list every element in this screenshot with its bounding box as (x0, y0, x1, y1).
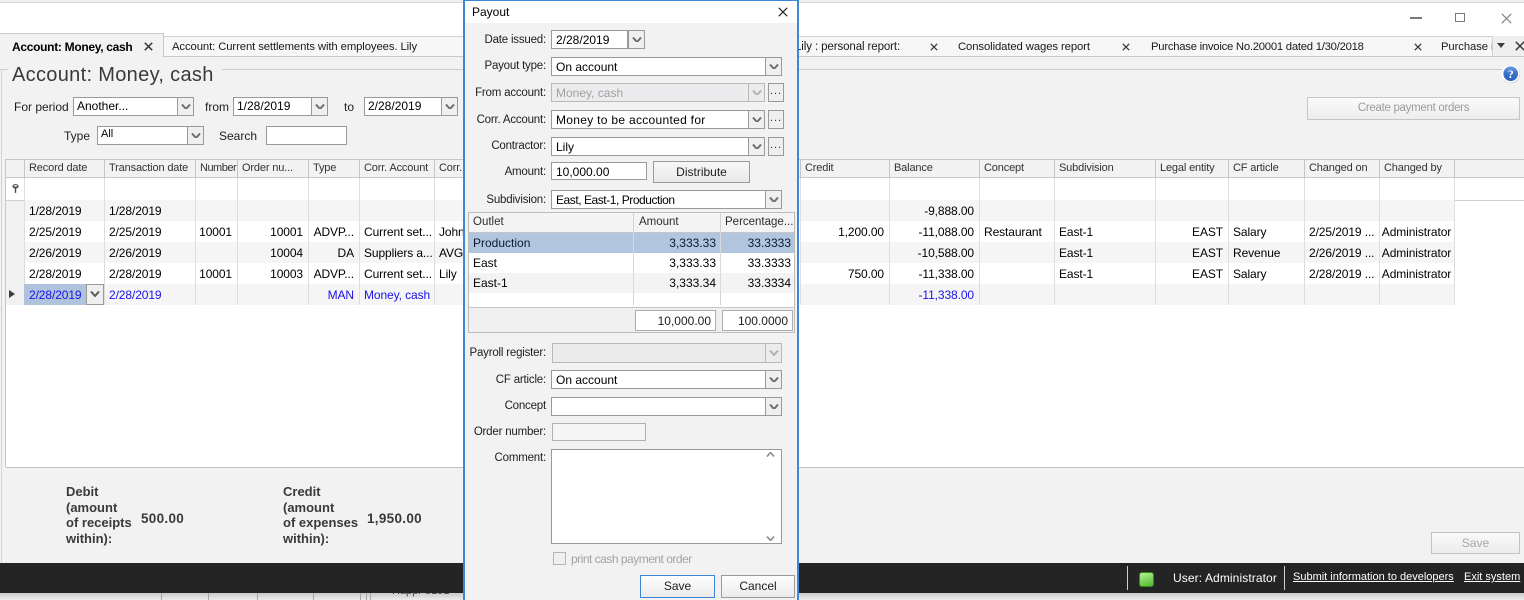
svg-text:?: ? (1508, 67, 1514, 81)
